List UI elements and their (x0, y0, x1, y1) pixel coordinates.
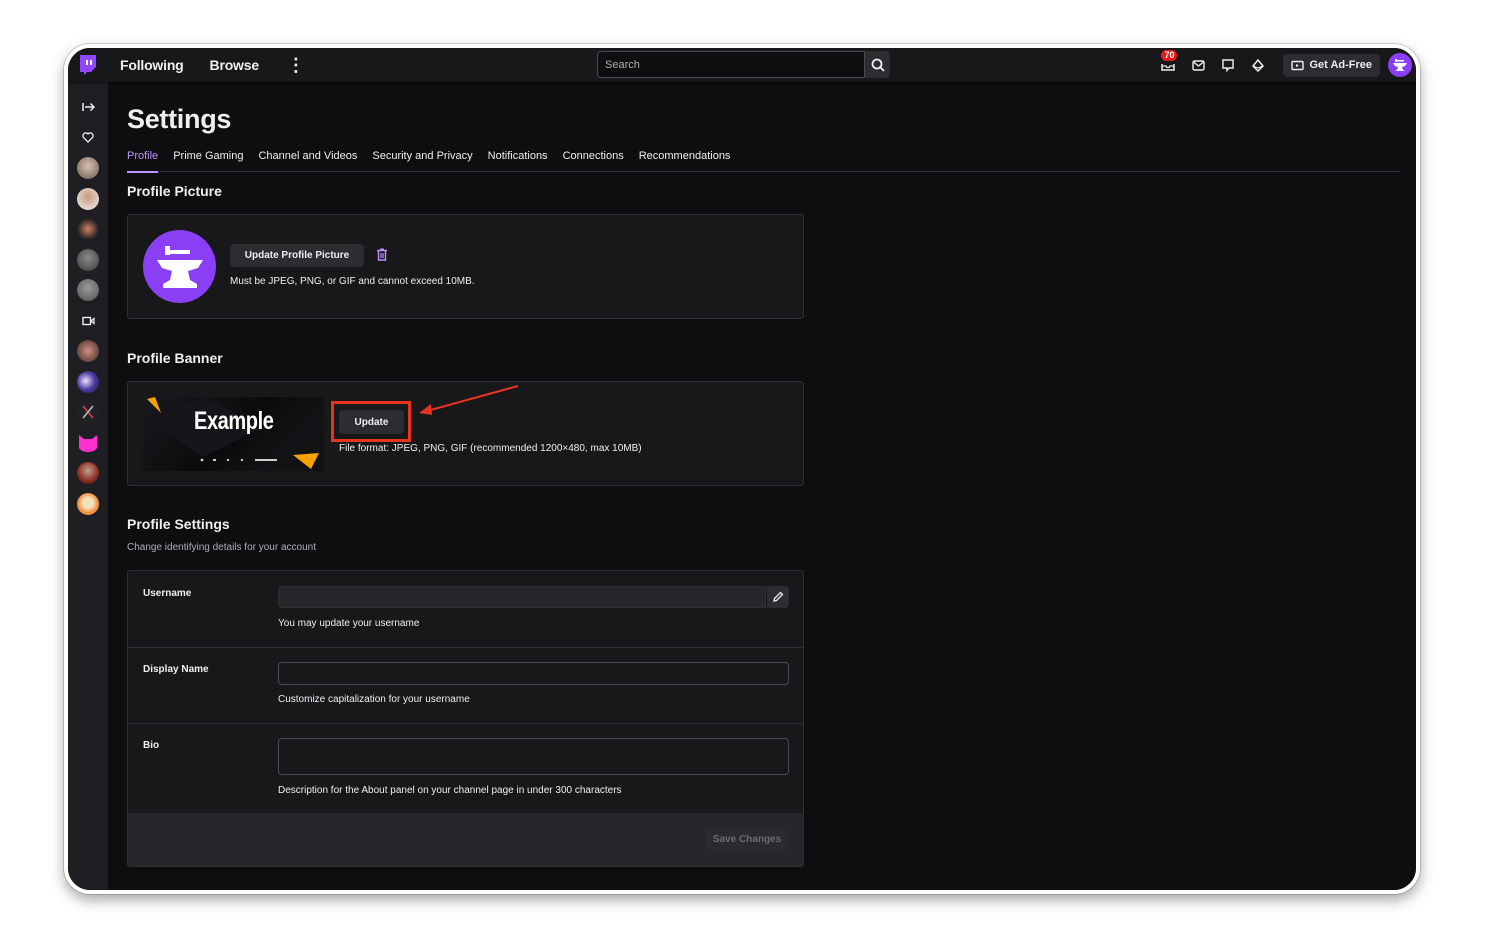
sidebar-expand-button[interactable] (73, 92, 103, 122)
user-menu-avatar[interactable] (1388, 53, 1412, 77)
channel-avatar (77, 340, 99, 362)
twitch-logo-icon (80, 55, 96, 75)
username-hint: You may update your username (278, 618, 420, 629)
profile-banner-hint: File format: JPEG, PNG, GIF (recommended… (339, 443, 642, 454)
annotation-arrow (419, 385, 519, 415)
username-input[interactable] (278, 586, 766, 608)
save-changes-button[interactable]: Save Changes (706, 829, 788, 850)
channel-avatar (77, 187, 99, 210)
bio-label: Bio (143, 740, 160, 751)
notifications-button[interactable]: 70 (1153, 50, 1183, 80)
bio-textarea[interactable] (278, 738, 789, 775)
sidebar-channel-1[interactable] (73, 153, 103, 183)
profile-picture-card: Update Profile Picture Must be JPEG, PNG… (127, 214, 804, 319)
tab-channel-and-videos[interactable]: Channel and Videos (258, 150, 357, 172)
settings-tabs: Profile Prime Gaming Channel and Videos … (127, 150, 1400, 173)
search-icon (871, 58, 885, 72)
profile-settings-card: Username You may update your username Di… (127, 570, 804, 867)
tab-security-and-privacy[interactable]: Security and Privacy (372, 150, 472, 172)
channel-avatar (77, 248, 99, 271)
channel-avatar (77, 157, 99, 179)
nav-browse[interactable]: Browse (210, 57, 260, 73)
display-name-label: Display Name (143, 664, 209, 675)
tab-recommendations[interactable]: Recommendations (639, 150, 731, 172)
bits-button[interactable] (1243, 50, 1273, 80)
delete-profile-picture-button[interactable] (376, 248, 388, 266)
sidebar-channel-3[interactable] (73, 214, 103, 244)
sidebar-channel-2[interactable] (73, 184, 103, 214)
anvil-avatar-icon (1393, 59, 1407, 71)
tab-connections[interactable]: Connections (563, 150, 624, 172)
topnav-actions: 70 Get Ad-Free (1153, 48, 1412, 82)
profile-settings-subtitle: Change identifying details for your acco… (127, 542, 317, 553)
sidebar-channel-5[interactable] (73, 275, 103, 305)
video-camera-icon (81, 316, 95, 325)
pencil-icon (773, 591, 784, 602)
profile-settings-footer: Save Changes (128, 813, 803, 866)
whispers-button[interactable] (1183, 50, 1213, 80)
profile-picture (143, 230, 216, 303)
trash-icon (377, 248, 387, 261)
ad-free-icon (1291, 60, 1305, 70)
edit-username-button[interactable] (767, 586, 789, 608)
sidebar-channel-6[interactable] (73, 336, 103, 366)
profile-banner-card: Example Update File format: JPEG, PNG, G… (127, 381, 804, 486)
sidebar-channel-10[interactable] (73, 458, 103, 488)
profile-picture-hint: Must be JPEG, PNG, or GIF and cannot exc… (230, 276, 475, 287)
page-title: Settings (127, 104, 232, 134)
sidebar-channel-4[interactable] (73, 245, 103, 275)
sidebar-following-heart[interactable] (73, 123, 103, 153)
display-name-hint: Customize capitalization for your userna… (278, 694, 470, 705)
display-name-row: Display Name Customize capitalization fo… (128, 648, 803, 724)
anvil-icon (156, 245, 203, 288)
channel-avatar (77, 462, 99, 484)
cat-avatar-icon (79, 434, 97, 452)
bits-gem-icon (1252, 58, 1265, 72)
crossed-swords-icon (82, 405, 94, 419)
app-window: Following Browse ⋮ 70 (64, 44, 1420, 894)
top-navigation: Following Browse ⋮ 70 (68, 48, 1416, 82)
get-ad-free-button[interactable]: Get Ad-Free (1283, 53, 1380, 77)
get-ad-free-label: Get Ad-Free (1309, 59, 1372, 71)
settings-main: Settings Profile Prime Gaming Channel an… (108, 82, 1416, 890)
username-label: Username (143, 588, 192, 599)
profile-banner-heading: Profile Banner (127, 350, 223, 366)
bio-row: Bio Description for the About panel on y… (128, 724, 803, 814)
update-profile-picture-button[interactable]: Update Profile Picture (230, 244, 364, 267)
sidebar-video-button[interactable] (73, 306, 103, 336)
channel-avatar (77, 218, 99, 240)
profile-settings-heading: Profile Settings (127, 516, 230, 532)
sidebar (68, 82, 108, 890)
display-name-input[interactable] (278, 662, 789, 685)
channel-avatar (77, 492, 99, 515)
update-banner-button[interactable]: Update (339, 410, 404, 434)
sidebar-channel-8[interactable] (73, 397, 103, 427)
search-bar (597, 51, 890, 78)
channel-avatar (77, 370, 99, 393)
sidebar-channel-11[interactable] (73, 489, 103, 519)
tab-prime-gaming[interactable]: Prime Gaming (173, 150, 243, 172)
notification-badge: 70 (1161, 50, 1178, 61)
username-row: Username You may update your username (128, 571, 803, 648)
mail-icon (1192, 59, 1205, 71)
bio-hint: Description for the About panel on your … (278, 785, 622, 796)
heart-icon (82, 132, 94, 143)
channel-avatar (77, 279, 99, 301)
twitch-logo[interactable] (68, 48, 108, 82)
profile-picture-heading: Profile Picture (127, 183, 222, 199)
chat-button[interactable] (1213, 50, 1243, 80)
tab-profile[interactable]: Profile (127, 150, 159, 173)
sidebar-channel-9[interactable] (73, 428, 103, 458)
nav-following[interactable]: Following (120, 57, 184, 73)
more-options-icon[interactable]: ⋮ (287, 56, 305, 74)
collapse-arrow-icon (81, 102, 95, 112)
banner-text: Example (194, 407, 274, 435)
search-button[interactable] (865, 51, 890, 78)
search-input[interactable] (597, 51, 865, 78)
tab-notifications[interactable]: Notifications (488, 150, 548, 172)
chat-bubble-icon (1222, 58, 1235, 72)
sidebar-channel-7[interactable] (73, 367, 103, 397)
channel-avatar (77, 401, 99, 423)
profile-banner-image: Example (143, 397, 324, 471)
